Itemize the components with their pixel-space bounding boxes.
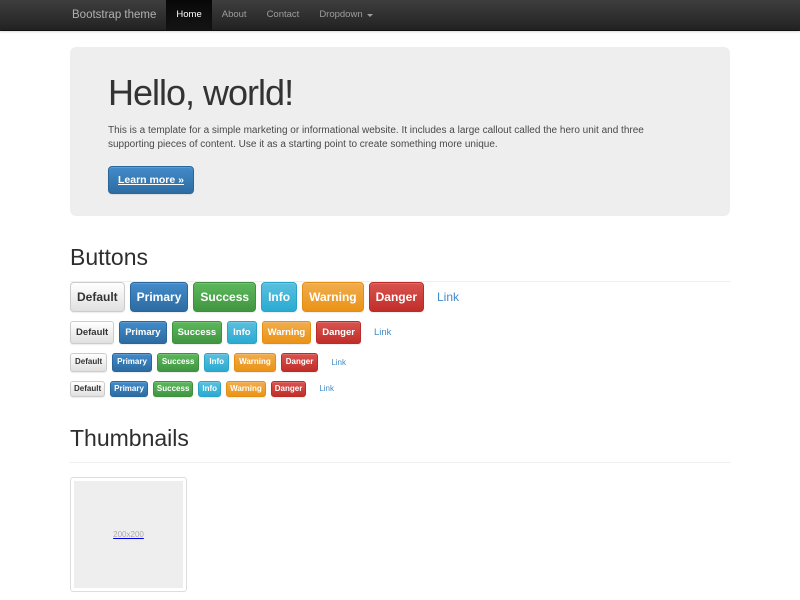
link-button-md[interactable]: Link (374, 327, 391, 338)
button-row-xsmall: Default Primary Success Info Warning Danger Li… (70, 381, 730, 397)
default-button-lg[interactable]: Default (70, 282, 125, 312)
warning-button-md[interactable]: Warning (262, 321, 312, 344)
nav-item-about[interactable]: About (212, 0, 257, 30)
buttons-section-header: Buttons (70, 246, 730, 282)
nav-item-about-label: About (222, 0, 247, 30)
success-button-md[interactable]: Success (172, 321, 223, 344)
hero-description: This is a template for a simple marketin… (108, 124, 692, 153)
thumbnail-placeholder-image: 200x200 (74, 481, 183, 588)
success-button-xs[interactable]: Success (153, 381, 193, 397)
hero-unit: Hello, world! This is a template for a s… (70, 47, 730, 216)
link-button-lg[interactable]: Link (437, 290, 459, 304)
button-row-large: DefaultPrimarySuccessInfoWarningDanger Li… (70, 282, 730, 312)
danger-button-xs[interactable]: Danger (271, 381, 307, 397)
top-navbar: Bootstrap theme Home About Contact Dropd… (0, 0, 800, 31)
nav-item-dropdown[interactable]: Dropdown (309, 0, 382, 30)
navbar-brand[interactable]: Bootstrap theme (70, 0, 158, 30)
warning-button-xs[interactable]: Warning (226, 381, 266, 397)
info-button-sm[interactable]: Info (204, 353, 229, 372)
info-button-lg[interactable]: Info (261, 282, 297, 312)
nav-item-dropdown-label: Dropdown (319, 0, 362, 30)
nav-item-contact-label: Contact (267, 0, 300, 30)
danger-button-lg[interactable]: Danger (369, 282, 424, 312)
primary-button-xs[interactable]: Primary (110, 381, 148, 397)
danger-button-md[interactable]: Danger (316, 321, 361, 344)
warning-button-sm[interactable]: Warning (234, 353, 276, 372)
thumbnails-row: 200x200 (70, 477, 730, 592)
nav-item-home[interactable]: Home (166, 0, 211, 30)
default-button-md[interactable]: Default (70, 321, 114, 344)
thumbnails-heading: Thumbnails (70, 427, 730, 450)
hero-title: Hello, world! (108, 74, 692, 112)
thumbnail-item[interactable]: 200x200 (70, 477, 187, 592)
button-row-default: DefaultPrimary SuccessInfo WarningDanger Li… (70, 321, 730, 344)
primary-button-md[interactable]: Primary (119, 321, 166, 344)
primary-button-sm[interactable]: Primary (112, 353, 152, 372)
buttons-heading: Buttons (70, 246, 730, 269)
danger-button-sm[interactable]: Danger (281, 353, 319, 372)
success-button-lg[interactable]: Success (193, 282, 256, 312)
navbar-nav: Home About Contact Dropdown (166, 0, 382, 30)
link-button-sm[interactable]: Link (331, 358, 346, 367)
nav-item-home-label: Home (176, 0, 201, 30)
default-button-xs[interactable]: Default (70, 381, 105, 397)
navbar-container: Bootstrap theme Home About Contact Dropd… (70, 0, 730, 30)
thumbnail-placeholder-label: 200x200 (113, 530, 144, 539)
primary-button-lg[interactable]: Primary (130, 282, 189, 312)
info-button-xs[interactable]: Info (198, 381, 221, 397)
learn-more-button[interactable]: Learn more » (108, 166, 194, 195)
nav-item-contact[interactable]: Contact (257, 0, 310, 30)
warning-button-lg[interactable]: Warning (302, 282, 364, 312)
main-container: Hello, world! This is a template for a s… (70, 47, 730, 592)
success-button-sm[interactable]: Success (157, 353, 199, 372)
link-button-xs[interactable]: Link (319, 384, 334, 393)
caret-down-icon (367, 14, 373, 17)
thumbnails-section-header: Thumbnails (70, 427, 730, 463)
button-row-small: Default Primary Success Info Warning Danger Li… (70, 353, 730, 372)
default-button-sm[interactable]: Default (70, 353, 107, 372)
info-button-md[interactable]: Info (227, 321, 256, 344)
